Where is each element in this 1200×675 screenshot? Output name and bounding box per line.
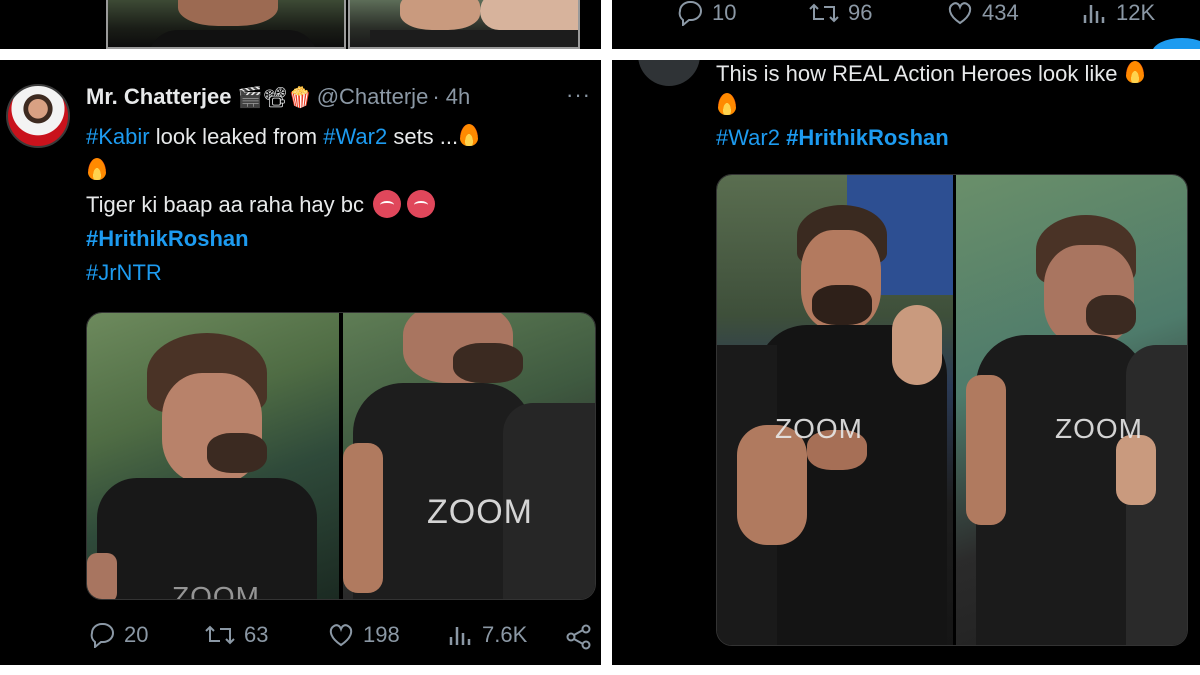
hashtag-kabir[interactable]: #Kabir bbox=[86, 124, 150, 149]
like-icon bbox=[948, 2, 972, 25]
media-photo-1[interactable] bbox=[87, 313, 339, 599]
views-button[interactable]: 7.6K bbox=[448, 622, 527, 648]
tweet-text-segment: sets ... bbox=[387, 124, 459, 149]
hashtag-war2[interactable]: #War2 bbox=[323, 124, 387, 149]
like-icon bbox=[329, 624, 353, 647]
reply-button[interactable]: 10 bbox=[676, 0, 736, 26]
views-icon bbox=[1083, 5, 1105, 23]
retweet-button[interactable]: 63 bbox=[204, 622, 268, 648]
previous-tweet-left bbox=[0, 0, 601, 49]
previous-tweet-spacer bbox=[0, 0, 104, 49]
share-button[interactable] bbox=[566, 624, 592, 655]
fire-emoji-icon bbox=[1124, 60, 1146, 85]
tweet-text-line: This is how REAL Action Heroes look like bbox=[716, 61, 1118, 86]
retweet-icon bbox=[205, 625, 235, 645]
hashtag-war2[interactable]: #War2 bbox=[716, 125, 780, 150]
watermark: ZOOM bbox=[172, 581, 260, 600]
media-photo-1[interactable] bbox=[717, 175, 953, 645]
watermark: ZOOM bbox=[427, 493, 533, 531]
tweet-text: This is how REAL Action Heroes look like… bbox=[716, 60, 1146, 154]
hashtag-jrntr[interactable]: #JrNTR bbox=[86, 260, 162, 285]
like-button[interactable]: 434 bbox=[946, 0, 1019, 26]
name-emojis: 🎬📽🍿 bbox=[237, 85, 313, 109]
tweet-media[interactable]: ZOOM ZOOM bbox=[86, 312, 596, 600]
fire-emoji-icon bbox=[458, 122, 480, 148]
tweet-left: Mr. Chatterjee 🎬📽🍿 @Chatterje · 4h ··· #… bbox=[0, 60, 601, 665]
tweet-text-segment: look leaked from bbox=[149, 124, 324, 149]
views-count: 12K bbox=[1116, 0, 1156, 25]
views-button[interactable]: 12K bbox=[1082, 0, 1155, 26]
devil-emoji-icon bbox=[407, 190, 436, 218]
watermark: ZOOM bbox=[1055, 413, 1143, 444]
compose-button[interactable] bbox=[1152, 38, 1200, 49]
previous-tweet-photo-1[interactable] bbox=[106, 0, 346, 49]
retweet-count: 96 bbox=[848, 0, 873, 25]
watermark: ZOOM bbox=[775, 413, 863, 444]
media-photo-2[interactable] bbox=[343, 313, 595, 599]
fire-emoji-icon bbox=[86, 156, 108, 182]
like-count: 198 bbox=[363, 622, 400, 647]
retweet-count: 63 bbox=[244, 622, 269, 647]
views-count: 7.6K bbox=[482, 622, 528, 647]
tweet-text-line: Tiger ki baap aa raha hay bc bbox=[86, 192, 365, 217]
more-options-button[interactable]: ··· bbox=[566, 82, 591, 108]
media-photo-2[interactable] bbox=[956, 175, 1187, 645]
views-icon bbox=[449, 627, 471, 645]
timestamp[interactable]: · 4h bbox=[432, 84, 470, 110]
fire-emoji-icon bbox=[716, 91, 738, 117]
tweet-header: Mr. Chatterjee 🎬📽🍿 @Chatterje · 4h bbox=[86, 84, 470, 110]
avatar[interactable] bbox=[638, 60, 700, 86]
reply-icon bbox=[678, 0, 702, 26]
retweet-icon bbox=[809, 3, 839, 23]
tweet-media[interactable]: ZOOM ZOOM bbox=[716, 174, 1188, 646]
avatar[interactable] bbox=[6, 84, 70, 148]
tweet-text: #Kabir look leaked from #War2 sets ... T… bbox=[86, 120, 480, 290]
like-button[interactable]: 198 bbox=[327, 622, 400, 648]
retweet-button[interactable]: 96 bbox=[808, 0, 872, 26]
previous-tweet-photo-2[interactable] bbox=[348, 0, 580, 49]
previous-tweet-right: 10 96 434 12K bbox=[612, 0, 1200, 49]
hashtag-hrithikroshan[interactable]: #HrithikRoshan bbox=[786, 125, 949, 150]
devil-emoji-icon bbox=[373, 190, 402, 218]
reply-button[interactable]: 20 bbox=[88, 622, 148, 648]
hashtag-hrithikroshan[interactable]: #HrithikRoshan bbox=[86, 226, 249, 251]
user-handle[interactable]: @Chatterje bbox=[317, 84, 429, 110]
share-icon bbox=[566, 624, 591, 650]
reply-icon bbox=[90, 623, 114, 648]
like-count: 434 bbox=[982, 0, 1019, 25]
reply-count: 20 bbox=[124, 622, 149, 647]
display-name[interactable]: Mr. Chatterjee bbox=[86, 84, 232, 110]
tweet-right: This is how REAL Action Heroes look like… bbox=[612, 60, 1200, 665]
reply-count: 10 bbox=[712, 0, 737, 25]
